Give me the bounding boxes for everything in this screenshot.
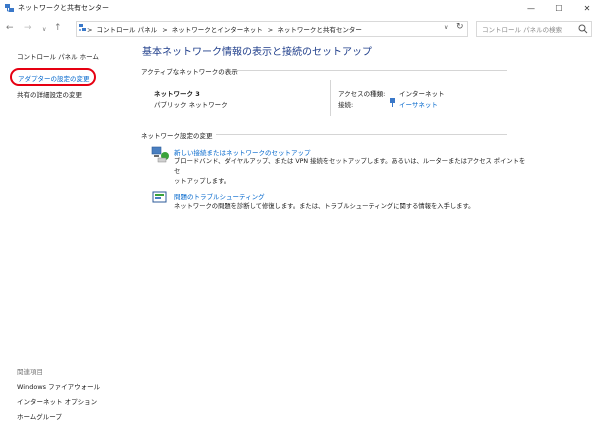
- ethernet-icon: [390, 98, 395, 107]
- search-icon[interactable]: [578, 24, 588, 34]
- breadcrumb-separator[interactable]: >: [268, 26, 273, 34]
- network-name: ネットワーク 3: [154, 90, 200, 98]
- change-settings-label: ネットワーク設定の変更: [141, 132, 213, 140]
- related-homegroup-link[interactable]: ホームグループ: [17, 411, 62, 421]
- network-folder-icon: [79, 24, 86, 31]
- highlight-circle: [10, 68, 96, 86]
- ethernet-connection-link[interactable]: イーサネット: [399, 99, 438, 109]
- network-center-icon: [5, 4, 14, 12]
- setup-description-line-1: ブロードバンド、ダイヤルアップ、または VPN 接続をセットアップします。あるい…: [174, 158, 526, 175]
- window-title: ネットワークと共有センター: [18, 4, 109, 12]
- breadcrumb-separator[interactable]: >: [162, 26, 167, 34]
- forward-arrow-icon[interactable]: →: [24, 23, 32, 33]
- page-title: 基本ネットワーク情報の表示と接続のセットアップ: [142, 47, 372, 58]
- maximize-button[interactable]: ☐: [548, 0, 570, 16]
- connection-label: 接続:: [338, 101, 354, 109]
- network-setup-icon: [151, 146, 169, 163]
- breadcrumb-network-internet[interactable]: ネットワークとインターネット: [172, 26, 263, 34]
- network-type[interactable]: パブリック ネットワーク: [154, 99, 228, 109]
- breadcrumb-control-panel[interactable]: コントロール パネル: [97, 26, 158, 34]
- setup-description: ブロードバンド、ダイヤルアップ、または VPN 接続をセットアップします。あるい…: [174, 157, 529, 187]
- section-divider: [232, 70, 507, 71]
- troubleshoot-description: ネットワークの問題を診断して修復します。または、トラブルシューティングに関する情…: [174, 203, 475, 210]
- breadcrumb-separator: >: [87, 26, 93, 34]
- setup-description-line-2: ットアップします。: [174, 178, 231, 185]
- minimize-button[interactable]: —: [520, 0, 542, 16]
- related-firewall-link[interactable]: Windows ファイアウォール: [17, 381, 100, 391]
- access-type-label: アクセスの種類:: [338, 90, 386, 98]
- address-dropdown-chevron-icon[interactable]: ∨: [444, 24, 448, 31]
- setup-connection-link[interactable]: 新しい接続またはネットワークのセットアップ: [174, 147, 311, 157]
- close-button[interactable]: ✕: [576, 0, 598, 16]
- search-input[interactable]: コントロール パネルの検索: [482, 24, 562, 34]
- related-internet-options-link[interactable]: インターネット オプション: [17, 396, 97, 406]
- troubleshoot-link[interactable]: 問題のトラブルシューティング: [174, 191, 265, 201]
- related-header: 関連項目: [17, 368, 43, 376]
- active-networks-label: アクティブなネットワークの表示: [141, 68, 238, 76]
- sidebar-sharing-settings-link[interactable]: 共有の詳細設定の変更: [17, 89, 82, 99]
- back-arrow-icon[interactable]: ←: [6, 23, 14, 33]
- up-arrow-icon[interactable]: ↑: [54, 23, 62, 33]
- refresh-icon[interactable]: ↻: [456, 22, 464, 32]
- recent-chevron-down-icon[interactable]: ∨: [42, 26, 46, 33]
- access-type-value: インターネット: [399, 90, 445, 98]
- troubleshoot-icon: [152, 191, 167, 203]
- section-divider: [216, 134, 507, 135]
- sidebar-home-link[interactable]: コントロール パネル ホーム: [17, 51, 99, 61]
- vertical-divider: [330, 80, 331, 116]
- breadcrumb: > コントロール パネル > ネットワークとインターネット > ネットワークと共…: [87, 24, 362, 34]
- breadcrumb-network-center[interactable]: ネットワークと共有センター: [277, 26, 362, 34]
